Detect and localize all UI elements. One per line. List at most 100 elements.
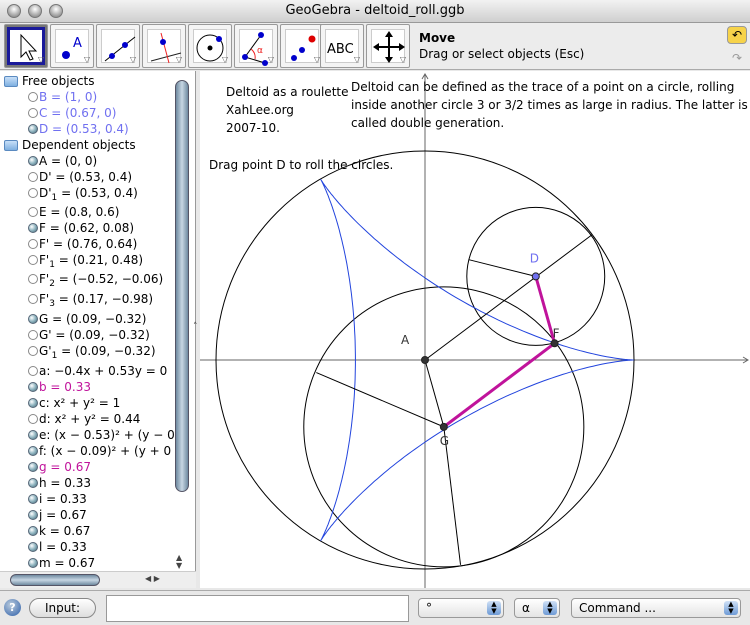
algebra-item[interactable]: D' = (0.53, 0.4) <box>0 169 176 185</box>
visibility-toggle-icon[interactable] <box>28 255 38 265</box>
algebra-item[interactable]: F'1 = (0.21, 0.48) <box>0 252 176 271</box>
visibility-toggle-icon[interactable] <box>28 398 38 408</box>
close-button[interactable] <box>7 4 21 18</box>
algebra-item[interactable]: B = (1, 0) <box>0 89 176 105</box>
algebra-item[interactable]: A = (0, 0) <box>0 153 176 169</box>
minimize-button[interactable] <box>28 4 42 18</box>
visibility-toggle-icon[interactable] <box>28 330 38 340</box>
visibility-toggle-icon[interactable] <box>28 510 38 520</box>
dependent-objects-folder[interactable]: Dependent objects <box>0 137 176 153</box>
object-definition: a: −0.4x + 0.53y = 0 <box>39 364 167 378</box>
hscroll-arrows[interactable]: ◀ ▶ <box>145 574 160 583</box>
split-handle[interactable]: ˄ <box>193 322 198 332</box>
algebra-item[interactable]: i = 0.33 <box>0 491 176 507</box>
object-text: = (0.21, 0.48) <box>54 253 144 267</box>
algebra-item[interactable]: f: (x − 0.09)² + (y + 0 <box>0 443 176 459</box>
point-A[interactable] <box>421 356 429 364</box>
command-dropdown[interactable]: Command ... ▲ ▼ <box>571 598 741 618</box>
visibility-toggle-icon[interactable] <box>28 462 38 472</box>
visibility-toggle-icon[interactable] <box>28 92 38 102</box>
visibility-toggle-icon[interactable] <box>28 542 38 552</box>
algebra-item[interactable]: G = (0.09, −0.32) <box>0 311 176 327</box>
graphics-view[interactable]: A D F G Deltoid as a roulette XahLee.org 20… <box>200 71 750 588</box>
visibility-toggle-icon[interactable] <box>28 124 38 134</box>
visibility-toggle-icon[interactable] <box>28 188 38 198</box>
visibility-toggle-icon[interactable] <box>28 108 38 118</box>
visibility-toggle-icon[interactable] <box>28 294 38 304</box>
point-F[interactable] <box>550 339 559 348</box>
horizontal-scroll-thumb[interactable] <box>10 574 100 586</box>
tool-insert-text[interactable]: ABC ▽ <box>320 24 364 68</box>
visibility-toggle-icon[interactable] <box>28 494 38 504</box>
visibility-toggle-icon[interactable] <box>28 239 38 249</box>
text-line: Deltoid as a roulette <box>226 85 349 99</box>
tool-new-point[interactable]: A ▽ <box>50 24 94 68</box>
object-text: G = (0.09, −0.32) <box>39 312 147 326</box>
algebra-item[interactable]: c: x² + y² = 1 <box>0 395 176 411</box>
visibility-toggle-icon[interactable] <box>28 223 38 233</box>
algebra-item[interactable]: h = 0.33 <box>0 475 176 491</box>
point-G[interactable] <box>439 422 448 431</box>
algebra-item[interactable]: k = 0.67 <box>0 523 176 539</box>
input-button[interactable]: Input: <box>29 598 96 618</box>
object-text: B = (1, 0) <box>39 90 98 104</box>
tool-circle-center-point[interactable]: ▽ <box>188 24 232 68</box>
visibility-toggle-icon[interactable] <box>28 314 38 324</box>
command-label: Command ... <box>579 601 656 615</box>
visibility-toggle-icon[interactable] <box>28 366 38 376</box>
tool-reflect-about-point[interactable]: ▽ <box>280 24 324 68</box>
visibility-toggle-icon[interactable] <box>28 430 38 440</box>
redo-icon[interactable]: ↷ <box>727 50 747 68</box>
algebra-item[interactable]: F'2 = (−0.52, −0.06) <box>0 271 176 291</box>
algebra-item[interactable]: b = 0.33 <box>0 379 176 395</box>
visibility-toggle-icon[interactable] <box>28 526 38 536</box>
help-icon[interactable]: ? <box>4 599 21 616</box>
visibility-toggle-icon[interactable] <box>28 558 38 568</box>
visibility-toggle-icon[interactable] <box>28 156 38 166</box>
symbol-dropdown[interactable]: ° ▲ ▼ <box>418 598 504 618</box>
scroll-arrows[interactable]: ▲ ▼ <box>176 554 182 570</box>
zoom-button[interactable] <box>49 4 63 18</box>
visibility-toggle-icon[interactable] <box>28 382 38 392</box>
object-definition: A = (0, 0) <box>39 154 97 168</box>
tool-move-graphics-view[interactable]: ▽ <box>366 24 410 68</box>
tool-move[interactable]: ▽ <box>4 24 48 68</box>
visibility-toggle-icon[interactable] <box>28 478 38 488</box>
tool-angle[interactable]: α ▽ <box>234 24 278 68</box>
greek-dropdown[interactable]: α ▲ ▼ <box>514 598 560 618</box>
free-objects-folder[interactable]: Free objects <box>0 73 176 89</box>
algebra-item[interactable]: e: (x − 0.53)² + (y − 0 <box>0 427 176 443</box>
visibility-toggle-icon[interactable] <box>28 274 38 284</box>
visibility-toggle-icon[interactable] <box>28 446 38 456</box>
algebra-item[interactable]: m = 0.67 <box>0 555 176 571</box>
horizontal-scrollbar[interactable]: ◀ ▶ <box>0 571 196 588</box>
algebra-item[interactable]: D = (0.53, 0.4) <box>0 121 176 137</box>
algebra-item[interactable]: d: x² + y² = 0.44 <box>0 411 176 427</box>
algebra-item[interactable]: G' = (0.09, −0.32) <box>0 327 176 343</box>
object-text: D' = (0.53, 0.4) <box>39 170 133 184</box>
input-field[interactable] <box>106 595 409 622</box>
algebra-item[interactable]: G'1 = (0.09, −0.32) <box>0 343 176 363</box>
algebra-item[interactable]: F = (0.62, 0.08) <box>0 220 176 236</box>
visibility-toggle-icon[interactable] <box>28 414 38 424</box>
algebra-item[interactable]: F' = (0.76, 0.64) <box>0 236 176 252</box>
visibility-toggle-icon[interactable] <box>28 207 38 217</box>
object-text: m = 0.67 <box>39 556 96 570</box>
algebra-item[interactable]: D'1 = (0.53, 0.4) <box>0 185 176 204</box>
algebra-item[interactable]: l = 0.33 <box>0 539 176 555</box>
algebra-item[interactable]: C = (0.67, 0) <box>0 105 176 121</box>
tool-perpendicular-line[interactable]: ▽ <box>142 24 186 68</box>
undo-icon[interactable]: ↶ <box>727 26 747 44</box>
visibility-toggle-icon[interactable] <box>28 172 38 182</box>
dropdown-triangle-icon: ▽ <box>399 55 406 64</box>
algebra-item[interactable]: E = (0.8, 0.6) <box>0 204 176 220</box>
visibility-toggle-icon[interactable] <box>28 346 38 356</box>
algebra-item[interactable]: j = 0.67 <box>0 507 176 523</box>
algebra-item[interactable]: a: −0.4x + 0.53y = 0 <box>0 363 176 379</box>
tool-line-through-two-points[interactable]: ▽ <box>96 24 140 68</box>
algebra-item[interactable]: F'3 = (0.17, −0.98) <box>0 291 176 311</box>
point-D[interactable] <box>531 272 540 281</box>
algebra-item[interactable]: g = 0.67 <box>0 459 176 475</box>
object-definition: G = (0.09, −0.32) <box>39 312 146 326</box>
vertical-scrollbar[interactable] <box>175 80 189 492</box>
